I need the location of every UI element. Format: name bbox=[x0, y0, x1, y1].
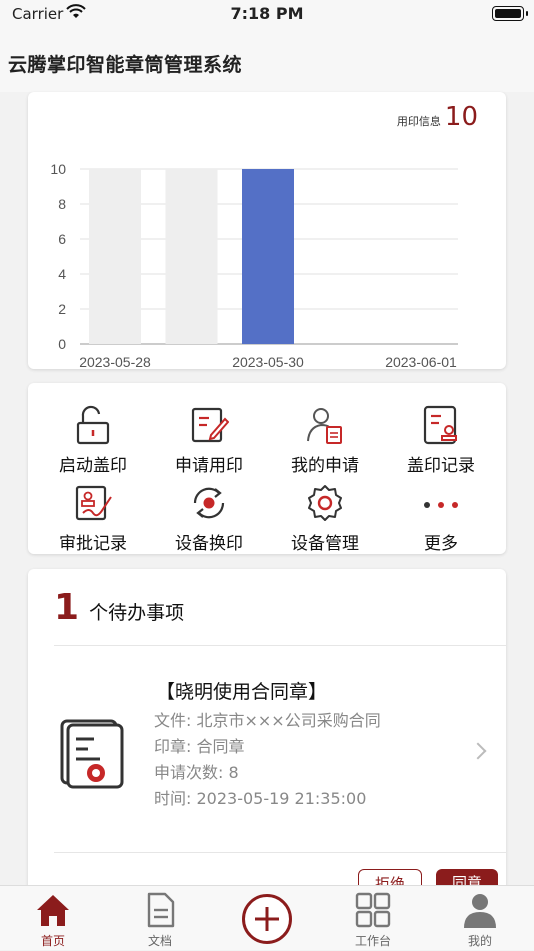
approval-icon bbox=[75, 485, 112, 521]
quick-actions-card: 启动盖印 申请用印 我的申请 盖印记录 审批记录 设备换印 设备管理 更多 bbox=[28, 383, 506, 554]
clock: 7:18 PM bbox=[230, 4, 304, 23]
todo-item-apply-count: 申请次数: 8 bbox=[154, 763, 239, 782]
chart-y-tick: 10 bbox=[50, 161, 66, 177]
tab-workbench[interactable]: 工作台 bbox=[333, 886, 413, 951]
chart-y-tick: 2 bbox=[58, 301, 66, 317]
gear-icon bbox=[308, 485, 342, 521]
edit-doc-icon bbox=[191, 407, 229, 443]
chart-x-tick: 2023-06-01 bbox=[385, 354, 457, 369]
chart-x-tick: 2023-05-28 bbox=[79, 354, 151, 369]
action-label: 审批记录 bbox=[59, 534, 127, 554]
divider bbox=[54, 852, 506, 853]
todo-card: 1 个待办事项 【晓明使用合同章】 文件: 北京市×××公司采购合同 印章: 合… bbox=[28, 569, 506, 899]
todo-item-time: 时间: 2023-05-19 21:35:00 bbox=[154, 789, 367, 808]
chevron-right-icon bbox=[469, 742, 487, 760]
action-my-applications[interactable]: 我的申请 bbox=[266, 395, 384, 476]
battery-icon bbox=[492, 6, 528, 21]
todo-title: 个待办事项 bbox=[89, 602, 185, 624]
tab-profile[interactable]: 我的 bbox=[440, 886, 520, 951]
user-icon bbox=[464, 894, 496, 928]
chart-bar-background bbox=[89, 169, 141, 344]
action-label: 设备管理 bbox=[291, 534, 359, 554]
action-start-stamp[interactable]: 启动盖印 bbox=[34, 395, 152, 476]
status-bar: Carrier 7:18 PM bbox=[0, 0, 534, 28]
action-device-swap[interactable]: 设备换印 bbox=[150, 473, 268, 554]
document-icon bbox=[147, 892, 175, 928]
contract-doc-icon bbox=[60, 719, 124, 789]
add-button[interactable] bbox=[242, 894, 292, 944]
user-doc-icon bbox=[307, 408, 342, 444]
tab-home[interactable]: 首页 bbox=[13, 886, 93, 951]
nav-bar: 云腾掌印智能章筒管理系统 bbox=[0, 28, 534, 92]
todo-item-file: 文件: 北京市×××公司采购合同 bbox=[154, 711, 381, 730]
action-label: 更多 bbox=[424, 534, 458, 554]
todo-item-title: 【晓明使用合同章】 bbox=[156, 681, 328, 703]
chart-y-tick: 4 bbox=[58, 266, 66, 282]
tab-label: 工作台 bbox=[354, 934, 391, 948]
todo-item[interactable]: 【晓明使用合同章】 文件: 北京市×××公司采购合同 印章: 合同章 申请次数:… bbox=[28, 657, 506, 837]
tab-label: 首页 bbox=[40, 934, 65, 948]
chart-bar bbox=[242, 169, 294, 344]
chart-y-tick: 0 bbox=[58, 336, 66, 352]
chart-y-tick: 8 bbox=[58, 196, 66, 212]
action-more[interactable]: 更多 bbox=[382, 473, 500, 554]
tab-label: 我的 bbox=[467, 934, 492, 948]
action-apply-stamp[interactable]: 申请用印 bbox=[150, 395, 268, 476]
tab-documents[interactable]: 文档 bbox=[120, 886, 200, 951]
home-icon bbox=[37, 895, 69, 926]
todo-header: 1 个待办事项 bbox=[54, 587, 184, 628]
divider bbox=[54, 645, 506, 646]
todo-count: 1 bbox=[54, 587, 80, 628]
action-stamp-records[interactable]: 盖印记录 bbox=[382, 395, 500, 476]
usage-bar-chart: 0 2 4 6 8 10 2023-05-28 2023-05-30 2023-06-01 bbox=[50, 161, 458, 369]
page-title: 云腾掌印智能章筒管理系统 bbox=[8, 54, 243, 76]
action-device-management[interactable]: 设备管理 bbox=[266, 473, 384, 554]
tab-label: 文档 bbox=[147, 934, 172, 948]
swap-icon bbox=[193, 487, 225, 519]
stamp-record-icon bbox=[423, 405, 457, 445]
action-approval-records[interactable]: 审批记录 bbox=[34, 473, 152, 554]
action-label: 设备换印 bbox=[175, 534, 243, 554]
usage-chart-card: 用印信息 10 0 2 4 6 8 10 2023-05-28 2023-05-30 2023-… bbox=[28, 92, 506, 369]
more-icon bbox=[424, 502, 458, 508]
unlock-icon bbox=[76, 405, 110, 445]
chart-x-tick: 2023-05-30 bbox=[232, 354, 304, 369]
grid-icon bbox=[355, 892, 391, 928]
chart-y-tick: 6 bbox=[58, 231, 66, 247]
tab-bar: 首页 文档 工作台 我的 bbox=[0, 885, 534, 950]
todo-item-seal: 印章: 合同章 bbox=[154, 737, 245, 756]
chart-bar-background bbox=[165, 169, 218, 344]
